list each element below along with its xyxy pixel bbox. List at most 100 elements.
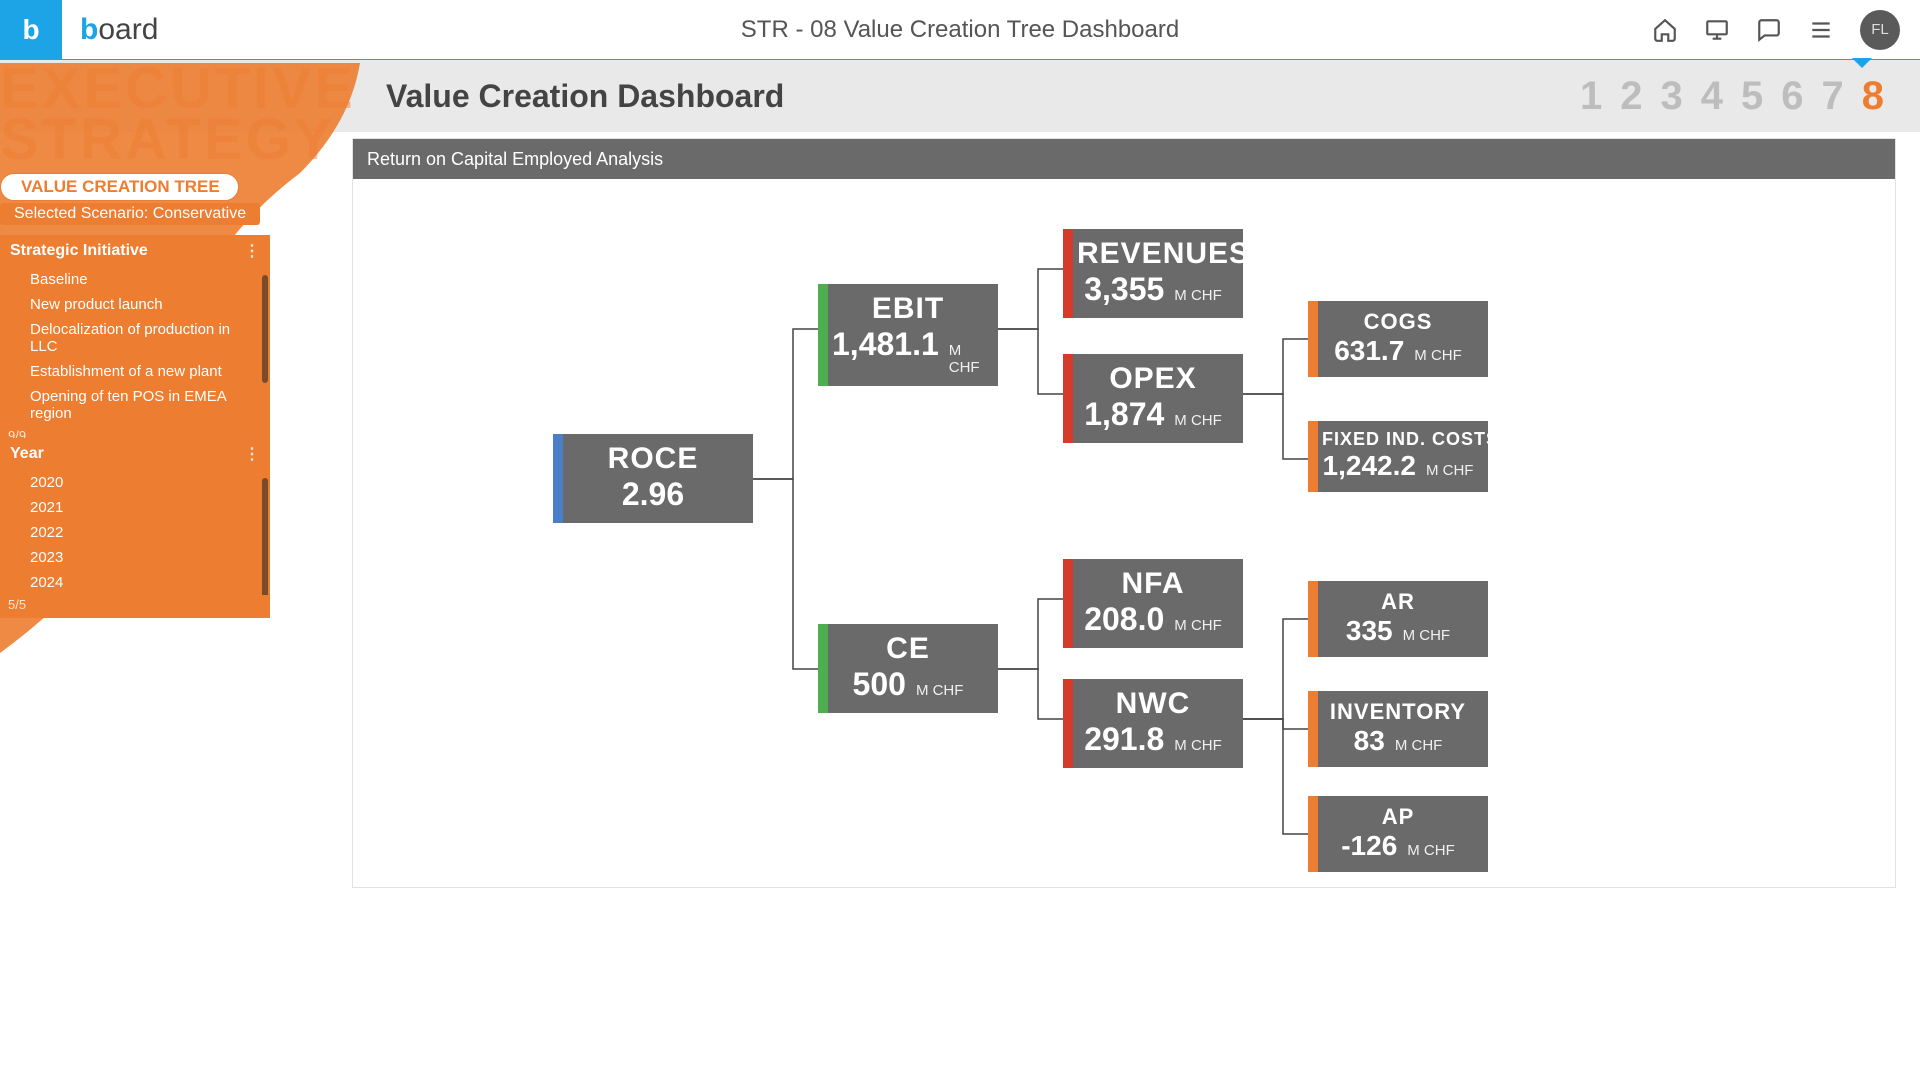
node-unit: M CHF bbox=[1403, 627, 1451, 644]
node-value: 208.0 bbox=[1084, 601, 1164, 638]
node-value: 1,481.1 bbox=[832, 326, 939, 363]
list-item[interactable]: 2024 bbox=[0, 570, 270, 595]
node-value: -126 bbox=[1341, 830, 1397, 862]
strategic-initiative-title: Strategic Initiative bbox=[10, 242, 148, 260]
node-cogs[interactable]: COGS 631.7 M CHF bbox=[1308, 301, 1488, 377]
scrollbar-thumb[interactable] bbox=[262, 275, 268, 383]
node-stripe bbox=[818, 624, 828, 713]
node-label: OPEX bbox=[1077, 362, 1229, 396]
node-stripe bbox=[1308, 581, 1318, 657]
page-title: Value Creation Dashboard bbox=[386, 78, 784, 115]
list-item[interactable]: Opening of ten POS in EMEA region bbox=[0, 384, 270, 426]
app-logo-text: board bbox=[80, 13, 158, 47]
tree-badge: VALUE CREATION TREE bbox=[0, 173, 239, 201]
node-stripe bbox=[1063, 559, 1073, 648]
page-nav-5[interactable]: 5 bbox=[1741, 74, 1763, 119]
list-item[interactable]: 2021 bbox=[0, 495, 270, 520]
node-label: EBIT bbox=[832, 292, 984, 326]
list-item[interactable]: Establishment of a new plant bbox=[0, 359, 270, 384]
strategic-initiative-panel: Strategic Initiative ⋮ Baseline New prod… bbox=[0, 235, 270, 449]
node-roce[interactable]: ROCE 2.96 bbox=[553, 434, 753, 523]
node-value: 83 bbox=[1354, 725, 1385, 757]
node-stripe bbox=[1063, 679, 1073, 768]
node-value: 3,355 bbox=[1084, 271, 1164, 308]
node-value: 335 bbox=[1346, 615, 1393, 647]
node-unit: M CHF bbox=[1414, 347, 1462, 364]
node-value: 291.8 bbox=[1084, 721, 1164, 758]
node-inventory[interactable]: INVENTORY 83M CHF bbox=[1308, 691, 1488, 767]
node-ar[interactable]: AR 335 M CHF bbox=[1308, 581, 1488, 657]
menu-icon[interactable] bbox=[1808, 17, 1834, 43]
node-ebit[interactable]: EBIT 1,481.1 M CHF bbox=[818, 284, 998, 386]
home-icon[interactable] bbox=[1652, 17, 1678, 43]
node-stripe bbox=[1308, 691, 1318, 767]
page-navigator: 1 2 3 4 5 6 7 8 bbox=[1580, 74, 1884, 119]
node-stripe bbox=[1308, 301, 1318, 377]
node-unit: M CHF bbox=[1174, 617, 1222, 634]
node-label: AR bbox=[1322, 589, 1474, 615]
year-title: Year bbox=[10, 445, 44, 463]
node-revenues[interactable]: REVENUES 3,355M CHF bbox=[1063, 229, 1243, 318]
node-stripe bbox=[1308, 421, 1318, 492]
page-nav-6[interactable]: 6 bbox=[1781, 74, 1803, 119]
page-nav-3[interactable]: 3 bbox=[1661, 74, 1683, 119]
topbar: b board STR - 08 Value Creation Tree Das… bbox=[0, 0, 1920, 60]
tree-canvas: ROCE 2.96 EBIT 1,481.1M CHF CE 500M CHF … bbox=[353, 179, 1895, 889]
node-stripe bbox=[1063, 229, 1073, 318]
year-panel: Year ⋮ 2020 2021 2022 2023 2024 5/5 bbox=[0, 438, 270, 618]
node-value: 631.7 bbox=[1334, 335, 1404, 367]
strategic-initiative-menu-icon[interactable]: ⋮ bbox=[244, 241, 260, 261]
screen-title: STR - 08 Value Creation Tree Dashboard bbox=[741, 16, 1179, 44]
node-label: COGS bbox=[1322, 309, 1474, 335]
page-nav-8[interactable]: 8 bbox=[1862, 74, 1884, 119]
year-menu-icon[interactable]: ⋮ bbox=[244, 444, 260, 464]
node-label: CE bbox=[832, 632, 984, 666]
node-value: 2.96 bbox=[622, 476, 684, 513]
user-avatar[interactable]: FL bbox=[1860, 10, 1900, 50]
list-item[interactable]: 2022 bbox=[0, 520, 270, 545]
presentation-icon[interactable] bbox=[1704, 17, 1730, 43]
node-unit: M CHF bbox=[1174, 287, 1222, 304]
node-label: ROCE bbox=[567, 442, 739, 476]
header-band: Value Creation Dashboard 1 2 3 4 5 6 7 8 bbox=[0, 60, 1920, 132]
node-ce[interactable]: CE 500 M CHF bbox=[818, 624, 998, 713]
list-item[interactable]: 2020 bbox=[0, 470, 270, 495]
node-nfa[interactable]: NFA 208.0 M CHF bbox=[1063, 559, 1243, 648]
node-unit: M CHF bbox=[1174, 737, 1222, 754]
scenario-badge: Selected Scenario: Conservative bbox=[0, 203, 260, 225]
app-logo-icon[interactable]: b bbox=[0, 0, 62, 60]
main-panel: Return on Capital Employed Analysis ROCE… bbox=[352, 138, 1896, 888]
list-item[interactable]: Baseline bbox=[0, 267, 270, 292]
node-value: 1,242.2 bbox=[1323, 450, 1416, 482]
node-label: NFA bbox=[1077, 567, 1229, 601]
node-stripe bbox=[818, 284, 828, 386]
list-item[interactable]: 2023 bbox=[0, 545, 270, 570]
node-stripe bbox=[1308, 796, 1318, 872]
main-panel-title: Return on Capital Employed Analysis bbox=[353, 139, 1895, 179]
node-fixed-ind-costs[interactable]: FIXED IND. COSTS 1,242.2 M CHF bbox=[1308, 421, 1488, 492]
node-unit: M CHF bbox=[1174, 412, 1222, 429]
year-count: 5/5 bbox=[0, 595, 270, 618]
node-unit: M CHF bbox=[1395, 737, 1443, 754]
node-nwc[interactable]: NWC 291.8 M CHF bbox=[1063, 679, 1243, 768]
node-value: 500 bbox=[853, 666, 906, 703]
page-nav-1[interactable]: 1 bbox=[1580, 74, 1602, 119]
node-unit: M CHF bbox=[916, 682, 964, 699]
page-nav-4[interactable]: 4 bbox=[1701, 74, 1723, 119]
node-opex[interactable]: OPEX 1,874 M CHF bbox=[1063, 354, 1243, 443]
scrollbar-thumb[interactable] bbox=[262, 478, 268, 595]
node-label: NWC bbox=[1077, 687, 1229, 721]
node-unit: M CHF bbox=[949, 342, 984, 376]
node-stripe bbox=[1063, 354, 1073, 443]
node-unit: M CHF bbox=[1426, 462, 1474, 479]
chat-icon[interactable] bbox=[1756, 17, 1782, 43]
page-nav-7[interactable]: 7 bbox=[1822, 74, 1844, 119]
node-label: FIXED IND. COSTS bbox=[1322, 429, 1474, 450]
node-stripe bbox=[553, 434, 563, 523]
node-ap[interactable]: AP -126M CHF bbox=[1308, 796, 1488, 872]
node-value: 1,874 bbox=[1084, 396, 1164, 433]
list-item[interactable]: New product launch bbox=[0, 292, 270, 317]
list-item[interactable]: Delocalization of production in LLC bbox=[0, 317, 270, 359]
active-page-pointer bbox=[1852, 58, 1872, 68]
page-nav-2[interactable]: 2 bbox=[1620, 74, 1642, 119]
